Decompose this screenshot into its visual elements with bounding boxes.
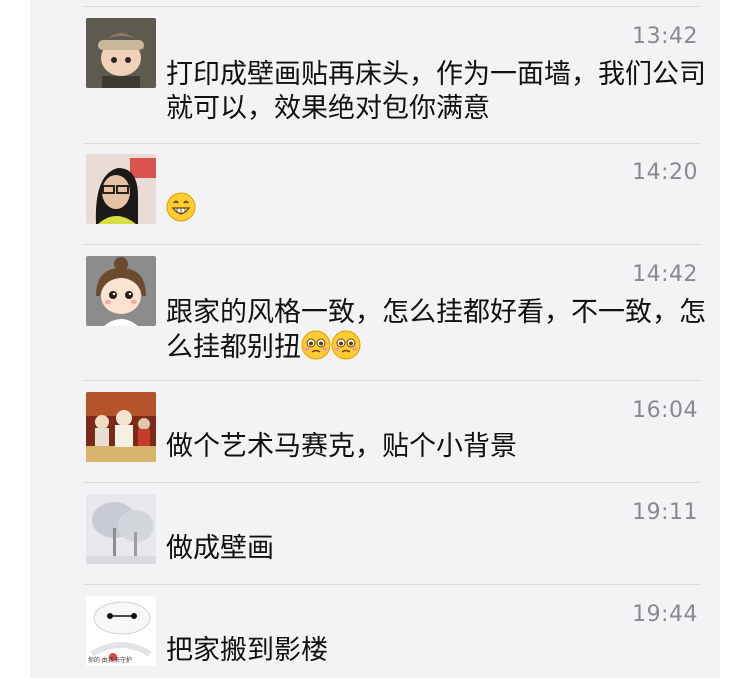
divider: [83, 244, 700, 245]
snowy-tree-avatar[interactable]: [86, 494, 156, 564]
divider: [83, 380, 700, 381]
avatar-image: [86, 18, 156, 88]
divider: [83, 6, 700, 7]
cartoon-girl-avatar[interactable]: [86, 256, 156, 326]
baymax-avatar[interactable]: 你的 由我来守护: [86, 596, 156, 666]
comment-time: 19:11: [632, 500, 698, 525]
figurines-avatar[interactable]: [86, 392, 156, 462]
comment-text: 做成壁画: [166, 533, 274, 564]
comment-text: 打印成壁画贴再床头，作为一面墙，我们公司就可以，效果绝对包你满意: [166, 59, 706, 124]
comment-text: 把家搬到影楼: [166, 635, 328, 666]
comment-text: [166, 192, 706, 227]
comment-time: 13:42: [632, 24, 698, 49]
woman-glasses-avatar[interactable]: [86, 154, 156, 224]
avatar-image: [86, 154, 156, 224]
comment-text-content: 跟家的风格一致，怎么挂都好看，不一致，怎么挂都别扭: [166, 297, 706, 363]
comment-time: 14:20: [632, 160, 698, 185]
divider: [83, 482, 700, 483]
divider: [83, 143, 700, 144]
avatar-image: [86, 256, 156, 326]
avatar-image: [86, 392, 156, 462]
comment-text: 做个艺术马赛克，贴个小背景: [166, 431, 517, 462]
comment-time: 19:44: [632, 602, 698, 627]
avatar-caption: 你的 由我来守护: [88, 657, 132, 664]
divider: [83, 584, 700, 585]
avatar-image: [86, 494, 156, 564]
grin-emoji-icon: [166, 192, 196, 222]
boy-helmet-avatar[interactable]: [86, 18, 156, 88]
pleading-emoji-icon: [331, 330, 361, 360]
comment-text: 跟家的风格一致，怎么挂都好看，不一致，怎么挂都别扭: [166, 296, 706, 365]
pleading-emoji-icon: [301, 330, 331, 360]
comment-time: 14:42: [632, 262, 698, 287]
comment-time: 16:04: [632, 398, 698, 423]
